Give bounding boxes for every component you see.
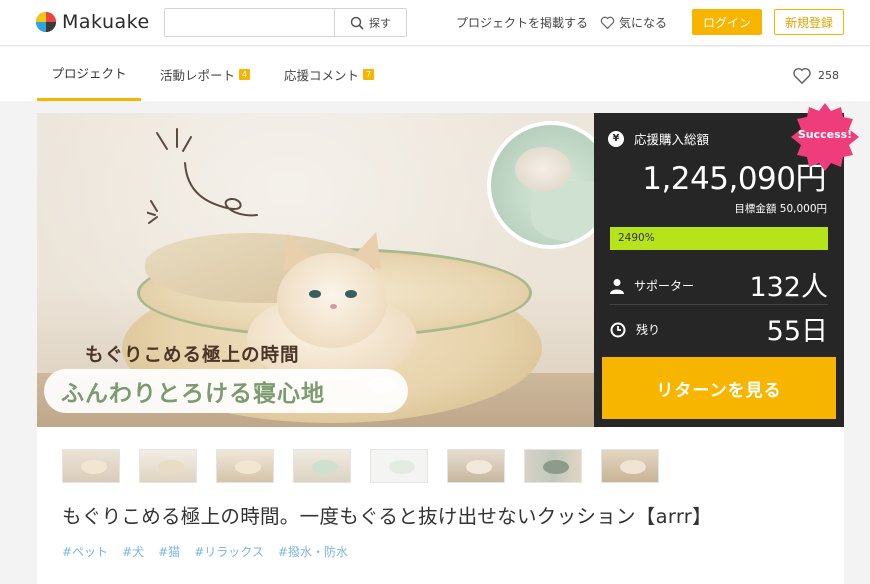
tab-activity-report-badge: 4 bbox=[239, 68, 250, 80]
remaining-label: 残り bbox=[636, 323, 661, 337]
clock-icon bbox=[610, 322, 626, 337]
search-button-label: 探す bbox=[369, 16, 391, 30]
hero-copy-line2: ふんわりとろける寝心地 bbox=[61, 381, 325, 407]
tab-comments-label: 応援コメント bbox=[283, 67, 359, 83]
tab-comments-badge: 7 bbox=[363, 68, 374, 80]
site-header: Makuake 探す プロジェクトを掲載する 気になる ログイン 新規登録 bbox=[0, 0, 870, 46]
thumbnail[interactable] bbox=[601, 449, 659, 483]
project-title: もぐりこめる極上の時間。一度もぐると抜け出せないクッション【arrr】 bbox=[62, 505, 712, 528]
thumbnail[interactable] bbox=[216, 449, 274, 483]
progress-bar: 2490% bbox=[610, 227, 828, 250]
favorites-link[interactable]: 気になる bbox=[600, 14, 667, 31]
like-count: 258 bbox=[818, 69, 839, 82]
remaining-value: 55日 bbox=[766, 316, 828, 347]
person-icon bbox=[610, 278, 624, 294]
thumbnail[interactable] bbox=[293, 449, 351, 483]
progress-text: 2490% bbox=[618, 232, 655, 244]
search-input[interactable] bbox=[171, 13, 327, 32]
heart-outline-icon bbox=[600, 16, 615, 29]
thumbnail[interactable] bbox=[447, 449, 505, 483]
login-button[interactable]: ログイン bbox=[692, 9, 762, 35]
thumbnail[interactable] bbox=[139, 449, 197, 483]
tab-project-label: プロジェクト bbox=[51, 66, 127, 81]
tab-comments[interactable]: 応援コメント 7 bbox=[276, 47, 382, 101]
project-info-card: もぐりこめる極上の時間。一度もぐると抜け出せないクッション【arrr】 #ペット… bbox=[37, 427, 844, 584]
search-box: 探す bbox=[164, 8, 407, 37]
signup-button[interactable]: 新規登録 bbox=[774, 9, 844, 35]
project-main-image[interactable]: もぐりこめる極上の時間 ふんわりとろける寝心地 bbox=[37, 113, 594, 427]
tab-activity-report-label: 活動レポート bbox=[159, 67, 235, 83]
thumbnail[interactable] bbox=[62, 449, 120, 483]
goal-amount: 目標金額 50,000円 bbox=[734, 203, 827, 215]
supporters-value: 132人 bbox=[749, 272, 828, 303]
tag-list: #ペット #犬 #猫 #リラックス #撥水・防水 bbox=[62, 543, 362, 560]
thumbnail[interactable] bbox=[524, 449, 582, 483]
search-icon bbox=[350, 16, 364, 30]
tag-pet[interactable]: #ペット bbox=[62, 543, 108, 560]
success-badge: Success! bbox=[797, 128, 853, 141]
hero-copy-line1: もぐりこめる極上の時間 bbox=[85, 345, 300, 366]
total-label: 応援購入総額 bbox=[634, 132, 710, 147]
doodle-decoration bbox=[147, 128, 258, 224]
tag-waterproof[interactable]: #撥水・防水 bbox=[278, 543, 348, 560]
project-tabs: プロジェクト 活動レポート 4 応援コメント 7 258 bbox=[0, 47, 870, 101]
heart-outline-icon bbox=[793, 68, 811, 84]
supporters-row: サポーター 132人 bbox=[610, 265, 828, 305]
tag-cat[interactable]: #猫 bbox=[158, 543, 180, 560]
view-returns-button[interactable]: リターンを見る bbox=[602, 357, 836, 419]
favorites-label: 気になる bbox=[619, 16, 668, 30]
thumbnail[interactable] bbox=[370, 449, 428, 483]
tag-dog[interactable]: #犬 bbox=[122, 543, 144, 560]
like-button[interactable]: 258 bbox=[792, 67, 839, 84]
tab-project[interactable]: プロジェクト bbox=[37, 47, 141, 101]
logo-text: Makuake bbox=[62, 11, 150, 33]
remaining-row: 残り 55日 bbox=[610, 309, 828, 349]
tab-activity-report[interactable]: 活動レポート 4 bbox=[152, 47, 258, 101]
logo-mark-icon bbox=[36, 12, 56, 32]
total-label-row: ¥ 応援購入総額 bbox=[608, 129, 709, 148]
tag-relax[interactable]: #リラックス bbox=[194, 543, 264, 560]
yen-icon: ¥ bbox=[608, 130, 624, 147]
search-button[interactable]: 探す bbox=[334, 9, 406, 36]
post-project-link[interactable]: プロジェクトを掲載する bbox=[456, 14, 588, 31]
supporters-label: サポーター bbox=[634, 279, 695, 293]
makuake-logo[interactable]: Makuake bbox=[36, 11, 150, 33]
